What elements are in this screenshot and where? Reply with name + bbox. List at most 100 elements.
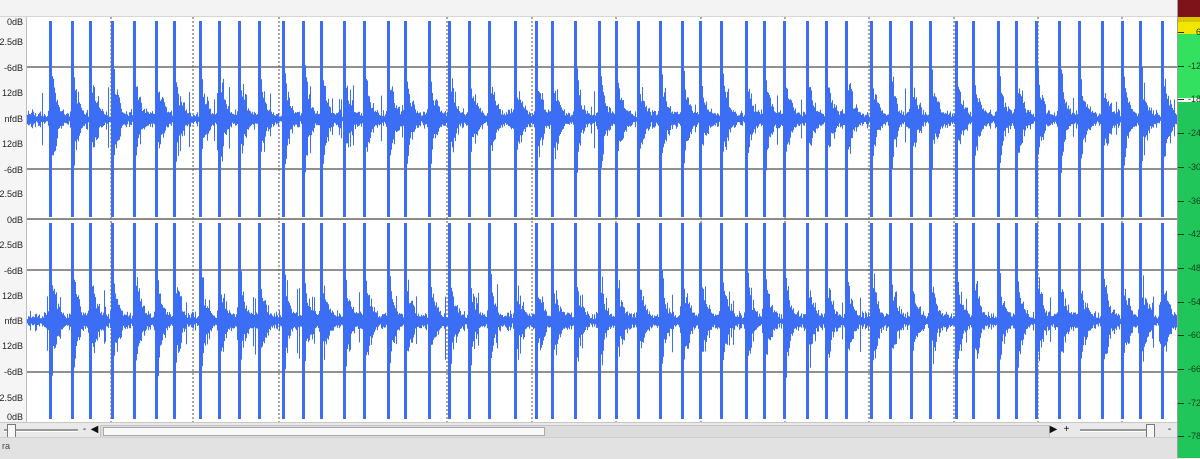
transient-spike bbox=[302, 223, 305, 419]
transient-spike bbox=[535, 21, 538, 217]
transient-spike bbox=[404, 223, 407, 419]
transient-spike bbox=[870, 21, 873, 217]
scroll-thumb[interactable] bbox=[103, 427, 545, 436]
transient-spike bbox=[1015, 21, 1018, 217]
db-label-ch2-4: 12dB bbox=[1, 341, 23, 351]
transient-spike bbox=[428, 223, 431, 419]
transient-spike bbox=[1058, 21, 1061, 217]
zoom-slider-thumb[interactable] bbox=[7, 424, 16, 438]
transient-spike bbox=[997, 21, 1000, 217]
transient-spike bbox=[637, 223, 640, 419]
transient-spike bbox=[468, 223, 471, 419]
transient-spike bbox=[1058, 223, 1061, 419]
transient-spike bbox=[448, 21, 451, 217]
db-label-ch1-8: 0dB bbox=[6, 215, 23, 225]
meter-tick-label: -66 bbox=[1187, 364, 1200, 374]
waveform-editor: 0dB 2.5dB -6dB 12dB nfdB 12dB -6dB 2.5dB… bbox=[0, 0, 1177, 459]
db-label-ch1-5: 12dB bbox=[1, 139, 23, 149]
transient-spike bbox=[720, 223, 723, 419]
db-label-ch2-2: 12dB bbox=[1, 291, 23, 301]
level-meter: 6 -12 -18 -24 -30 -36 -42 -48 -54 -60 -66 -72 -78 bbox=[1177, 0, 1200, 458]
transient-spike bbox=[258, 223, 261, 419]
transient-spike bbox=[825, 21, 828, 217]
zoom-in-button[interactable]: + bbox=[1061, 424, 1072, 436]
transient-spike bbox=[1161, 21, 1164, 217]
transient-spike bbox=[238, 223, 241, 419]
transient-spike bbox=[681, 21, 684, 217]
transient-spike bbox=[1139, 21, 1142, 217]
zoom-slider-track bbox=[1080, 429, 1154, 432]
transient-spike bbox=[681, 223, 684, 419]
meter-tick-label: -48 bbox=[1187, 262, 1200, 273]
db-label-ch1-4: nfdB bbox=[4, 114, 23, 124]
transient-spike bbox=[448, 223, 451, 419]
horizontal-scroll-bar: - ◀ ▶ + - bbox=[0, 422, 1177, 438]
transient-spike bbox=[387, 21, 390, 217]
transient-spike bbox=[972, 223, 975, 419]
transient-spike bbox=[320, 223, 323, 419]
db-label-ch1-0: 0dB bbox=[6, 17, 23, 27]
transient-spike bbox=[199, 21, 202, 217]
meter-tick-label: -12 bbox=[1187, 60, 1200, 71]
transient-spike bbox=[488, 21, 491, 217]
transient-spike bbox=[1015, 223, 1018, 419]
transient-spike bbox=[889, 223, 892, 419]
transient-spike bbox=[89, 21, 92, 217]
zoom-slider-thumb[interactable] bbox=[1146, 424, 1155, 438]
transient-spike bbox=[514, 21, 517, 217]
transient-spike bbox=[133, 223, 136, 419]
transient-spike bbox=[929, 223, 932, 419]
transient-spike bbox=[910, 223, 913, 419]
transient-spike bbox=[111, 21, 114, 217]
db-ruler: 0dB 2.5dB -6dB 12dB nfdB 12dB -6dB 2.5dB… bbox=[0, 17, 27, 422]
transient-spike bbox=[806, 21, 809, 217]
transient-spike bbox=[49, 223, 52, 419]
transient-spike bbox=[1101, 223, 1104, 419]
time-ruler[interactable] bbox=[0, 0, 1177, 17]
meter-tick-label: -24 bbox=[1187, 128, 1200, 139]
transient-spike bbox=[574, 223, 577, 419]
db-label-ch2-7: 0dB bbox=[6, 412, 23, 422]
transient-spike bbox=[806, 223, 809, 419]
transient-spike bbox=[535, 223, 538, 419]
db-label-ch2-0: 2.5dB bbox=[0, 240, 23, 250]
transient-spike bbox=[598, 21, 601, 217]
transient-spike bbox=[910, 21, 913, 217]
transient-spike bbox=[997, 223, 1000, 419]
transient-spike bbox=[551, 223, 554, 419]
transient-spike bbox=[1078, 21, 1081, 217]
transient-spike bbox=[404, 21, 407, 217]
transient-spike bbox=[783, 223, 786, 419]
transient-spike bbox=[745, 223, 748, 419]
transient-spike bbox=[955, 223, 958, 419]
zoom-out-right-button[interactable]: - bbox=[1164, 424, 1175, 436]
db-label-ch2-1: -6dB bbox=[3, 266, 23, 276]
transient-spike bbox=[173, 21, 176, 217]
meter-tick-label: -18 bbox=[1187, 94, 1200, 105]
waveform-channel-1 bbox=[27, 21, 1177, 217]
transient-spike bbox=[825, 223, 828, 419]
db-label-ch1-7: 2.5dB bbox=[0, 189, 23, 199]
zoom-slider-right[interactable] bbox=[1080, 424, 1155, 438]
transient-spike bbox=[659, 21, 662, 217]
meter-tick-label: -72 bbox=[1187, 397, 1200, 408]
transient-spike bbox=[258, 21, 261, 217]
zoom-slider-left[interactable] bbox=[4, 424, 78, 438]
transient-spike bbox=[282, 21, 285, 217]
meter-tick-label: -60 bbox=[1187, 330, 1200, 341]
transient-spike bbox=[598, 223, 601, 419]
transient-spike bbox=[659, 223, 662, 419]
waveform-svg[interactable] bbox=[27, 17, 1177, 422]
meter-tick-label: -78 bbox=[1187, 431, 1200, 442]
transient-spike bbox=[615, 21, 618, 217]
transient-spike bbox=[1035, 21, 1038, 217]
waveform-canvas[interactable] bbox=[27, 17, 1177, 422]
scroll-right-icon[interactable]: ▶ bbox=[1048, 424, 1059, 436]
transient-spike bbox=[845, 223, 848, 419]
scroll-left-icon[interactable]: ◀ bbox=[89, 424, 100, 436]
transient-spike bbox=[615, 223, 618, 419]
status-bar: ra bbox=[0, 437, 1177, 459]
transient-spike bbox=[218, 21, 221, 217]
transient-spike bbox=[363, 21, 366, 217]
transient-spike bbox=[49, 21, 52, 217]
